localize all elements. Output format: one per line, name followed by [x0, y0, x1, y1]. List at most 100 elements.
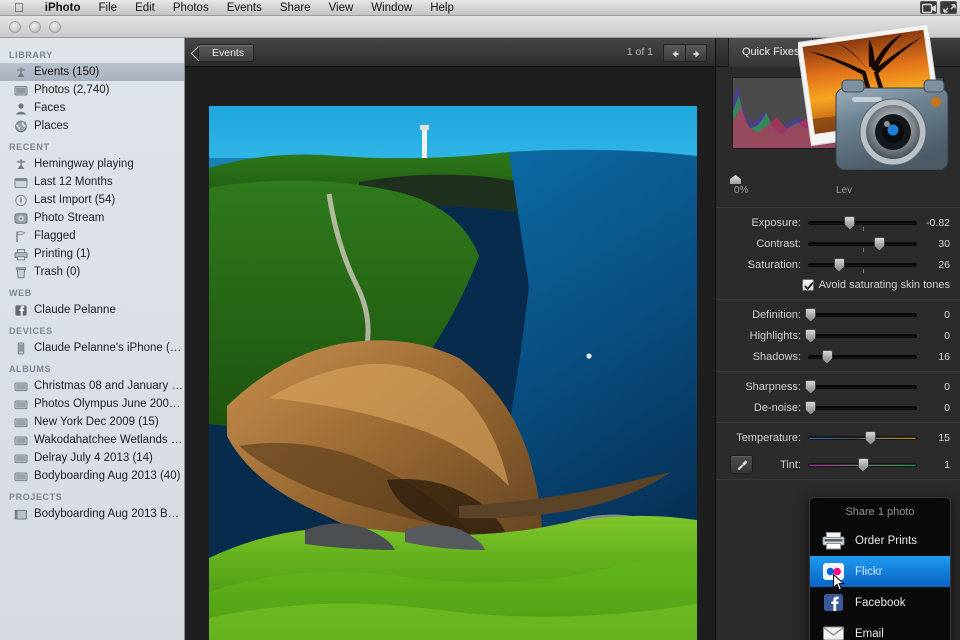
slider-knob[interactable] [833, 257, 845, 272]
close-button[interactable] [9, 21, 21, 33]
menu-item-view[interactable]: View [320, 0, 363, 16]
sidebar-item-label: Printing (1) [34, 248, 91, 260]
slider-value: 0 [944, 380, 950, 393]
book-icon [14, 508, 28, 521]
slider-contrast[interactable]: Contrast: 30 [716, 233, 960, 254]
sidebar-item-hemingway-playing[interactable]: Hemingway playing [0, 155, 184, 173]
next-photo-button[interactable] [685, 44, 707, 62]
menu-item-iphoto[interactable]: iPhoto [36, 0, 90, 16]
slider-track[interactable] [805, 328, 917, 343]
avoid-skin-tones-row[interactable]: Avoid saturating skin tones [716, 275, 960, 295]
sidebar-item-trash[interactable]: Trash (0) [0, 263, 184, 281]
slider-track[interactable] [808, 430, 917, 445]
sidebar[interactable]: LIBRARY Events (150) Photos (2,740) Face… [0, 38, 185, 640]
slider-value: 0 [944, 329, 950, 342]
checkbox-avoid-skin-tones[interactable] [801, 279, 814, 291]
sidebar-item-album-christmas[interactable]: Christmas 08 and January 09… [0, 377, 184, 395]
back-to-events-button[interactable]: Events [198, 44, 255, 62]
slider-sharpness[interactable]: Sharpness: 0 [716, 376, 960, 397]
fullscreen-icon[interactable] [940, 1, 957, 14]
slider-highlights[interactable]: Highlights: 0 [716, 325, 960, 346]
slider-tint[interactable]: Tint: 1 [716, 454, 960, 475]
sidebar-section-projects: PROJECTS [9, 492, 63, 502]
sidebar-item-label: Faces [34, 102, 66, 114]
slider-value: 15 [938, 431, 950, 444]
sidebar-item-album-delray[interactable]: Delray July 4 2013 (14) [0, 449, 184, 467]
slider-track[interactable] [808, 257, 917, 273]
slider-label: Contrast: [756, 237, 801, 250]
sidebar-item-claude-pelanne[interactable]: Claude Pelanne [0, 301, 184, 319]
sidebar-item-label: Events (150) [34, 66, 100, 78]
menu-item-help[interactable]: Help [421, 0, 463, 16]
sidebar-item-album-new-york[interactable]: New York Dec 2009 (15) [0, 413, 184, 431]
slider-knob[interactable] [865, 430, 877, 445]
minimize-button[interactable] [29, 21, 41, 33]
menu-item-edit[interactable]: Edit [126, 0, 164, 16]
slider-track[interactable] [808, 215, 917, 231]
sidebar-item-album-olympus[interactable]: Photos Olympus June 2009 (105) [0, 395, 184, 413]
slider-de-noise[interactable]: De-noise: 0 [716, 397, 960, 418]
slider-definition[interactable]: Definition: 0 [716, 304, 960, 325]
slider-track[interactable] [808, 236, 917, 252]
sidebar-item-label: Claude Pelanne [34, 304, 116, 316]
slider-exposure[interactable]: Exposure: -0.82 [716, 212, 960, 233]
slider-knob[interactable] [857, 457, 869, 472]
sidebar-section-web: WEB [9, 288, 32, 298]
slider-shadows[interactable]: Shadows: 16 [716, 346, 960, 367]
sidebar-section-devices: DEVICES [9, 326, 53, 336]
share-popup[interactable]: Share 1 photo Order Prints Flickr Facebo… [809, 497, 951, 640]
slider-knob[interactable] [821, 349, 833, 364]
share-item-label: Email [855, 627, 884, 640]
sidebar-item-places[interactable]: Places [0, 117, 184, 135]
slider-bar [808, 262, 917, 267]
menu-item-window[interactable]: Window [362, 0, 421, 16]
iphoto-window: LIBRARY Events (150) Photos (2,740) Face… [0, 16, 960, 640]
slider-center-tick [862, 226, 864, 231]
sidebar-item-album-wakodahatchee[interactable]: Wakodahatchee Wetlands (19) [0, 431, 184, 449]
slider-track[interactable] [805, 379, 917, 394]
slider-knob[interactable] [873, 236, 885, 251]
sidebar-item-events[interactable]: Events (150) [0, 63, 184, 81]
previous-photo-button[interactable] [663, 44, 685, 62]
photo-image[interactable] [209, 106, 697, 640]
apple-menu-icon[interactable]:  [14, 1, 24, 14]
slider-value: 0 [944, 401, 950, 414]
slider-label: De-noise: [753, 401, 801, 414]
slider-track[interactable] [805, 307, 917, 322]
share-item-order-prints[interactable]: Order Prints [810, 525, 950, 556]
sidebar-item-faces[interactable]: Faces [0, 99, 184, 117]
eyedropper-button[interactable] [730, 455, 753, 474]
sidebar-item-last-import[interactable]: Last Import (54) [0, 191, 184, 209]
sidebar-item-photo-stream[interactable]: Photo Stream [0, 209, 184, 227]
menu-item-photos[interactable]: Photos [164, 0, 218, 16]
slider-track[interactable] [808, 457, 917, 472]
sidebar-item-photos[interactable]: Photos (2,740) [0, 81, 184, 99]
sidebar-item-last-12-months[interactable]: Last 12 Months [0, 173, 184, 191]
sidebar-item-project-bodyboarding-book[interactable]: Bodyboarding Aug 2013 Boo… [0, 505, 184, 523]
slider-track[interactable] [805, 400, 917, 415]
sidebar-item-album-bodyboarding[interactable]: Bodyboarding Aug 2013 (40) [0, 467, 184, 485]
zoom-button[interactable] [49, 21, 61, 33]
levels-row[interactable]: 0% Lev [716, 175, 960, 203]
navigation-buttons[interactable] [663, 44, 707, 62]
menu-item-share[interactable]: Share [271, 0, 320, 16]
share-item-flickr[interactable]: Flickr [810, 556, 950, 587]
main-viewer: Events 1 of 1 [185, 38, 715, 640]
sidebar-item-printing[interactable]: Printing (1) [0, 245, 184, 263]
slider-bar [808, 435, 917, 440]
slider-bar [808, 384, 917, 389]
levels-handle[interactable] [730, 175, 741, 184]
share-item-facebook[interactable]: Facebook [810, 587, 950, 618]
sidebar-item-iphone[interactable]: Claude Pelanne's iPhone (18) [0, 339, 184, 357]
sidebar-item-label: Claude Pelanne's iPhone (18) [34, 342, 184, 354]
slider-saturation[interactable]: Saturation: 26 [716, 254, 960, 275]
sidebar-item-flagged[interactable]: Flagged [0, 227, 184, 245]
menu-item-file[interactable]: File [90, 0, 127, 16]
slider-temperature[interactable]: Temperature: 15 [716, 427, 960, 448]
menu-item-events[interactable]: Events [218, 0, 271, 16]
screen-record-icon[interactable] [920, 1, 937, 14]
slider-knob[interactable] [844, 215, 856, 230]
share-item-email[interactable]: Email [810, 618, 950, 640]
slider-track[interactable] [808, 349, 917, 364]
sidebar-item-label: Photos (2,740) [34, 84, 110, 96]
